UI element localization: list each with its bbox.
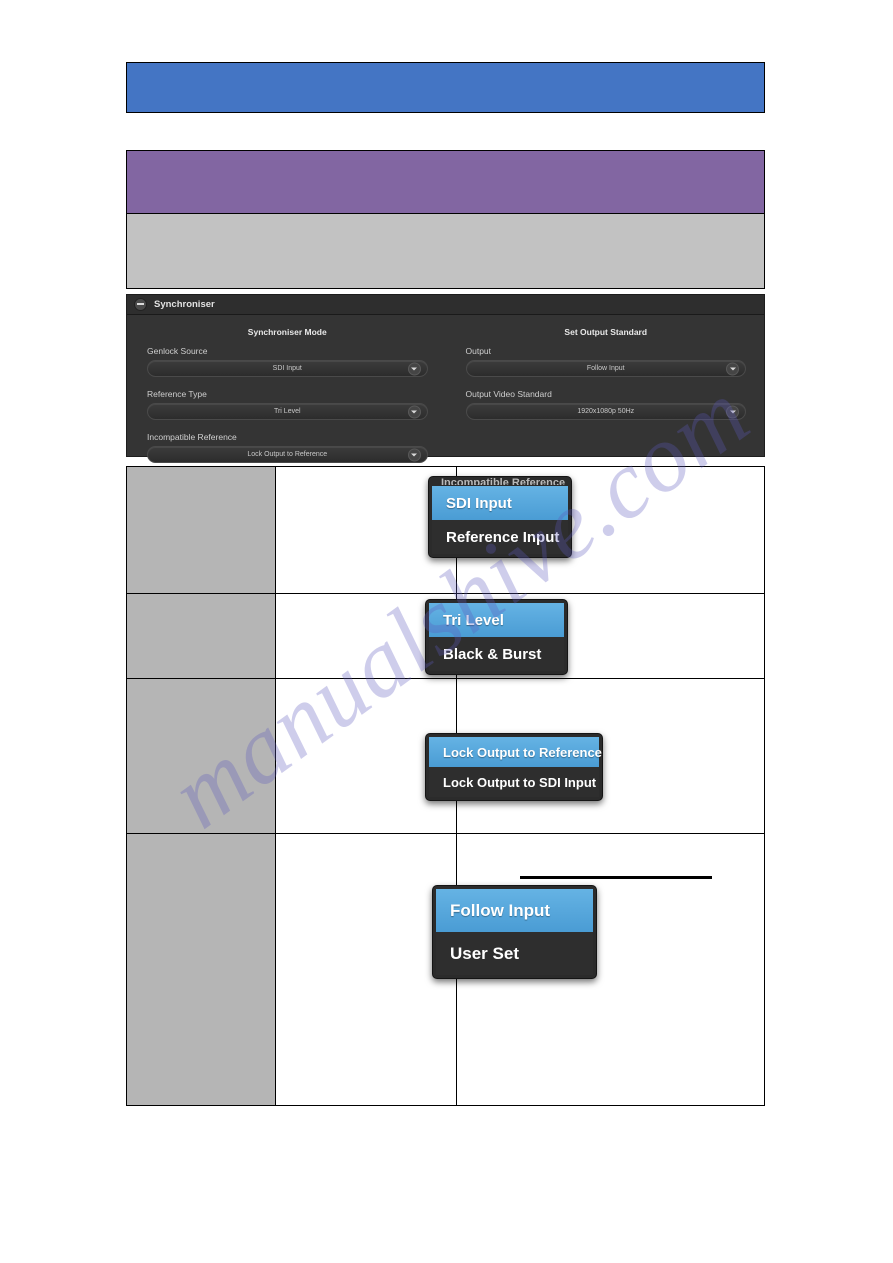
chevron-down-icon[interactable] [726,362,739,375]
synchroniser-mode-column: Synchroniser Mode Genlock Source SDI Inp… [127,327,446,475]
row-label-cell [126,466,276,594]
row-label-cell [126,833,276,1106]
reference-type-value: Tri Level [273,408,301,415]
row-menu-cell: Tri Level Black & Burst [275,593,568,679]
output-video-standard-label: Output Video Standard [465,389,552,399]
menu-item-black-and-burst[interactable]: Black & Burst [429,637,564,671]
menu-item-user-set[interactable]: User Set [436,932,593,975]
row-menu-cell: Follow Input User Set [275,833,597,1106]
row-label-cell [126,678,276,834]
output-video-standard-value: 1920x1080p 50Hz [577,408,635,415]
row-menu-cell: Incompatible Reference SDI Input Referen… [275,466,572,594]
chevron-down-icon[interactable] [407,405,421,418]
table-row: Follow Input User Set [126,833,765,1106]
menu-item-lock-output-to-reference[interactable]: Lock Output to Reference [429,737,602,767]
genlock-menu-clipped-label: Incompatible Reference [441,477,566,485]
genlock-source-value: SDI Input [272,365,302,372]
genlock-source-menu[interactable]: Incompatible Reference SDI Input Referen… [428,476,572,558]
incompatible-reference-menu[interactable]: Lock Output to Reference Lock Output to … [425,733,603,801]
redacted-underline-long [520,876,712,879]
menu-item-lock-output-to-sdi-input[interactable]: Lock Output to SDI Input [429,767,599,797]
chevron-down-icon[interactable] [726,405,739,418]
output-mode-menu[interactable]: Follow Input User Set [432,885,597,979]
row-label-cell [126,593,276,679]
table-row: Lock Output to Reference Lock Output to … [126,678,765,834]
output-label: Output [465,346,492,356]
incompatible-reference-select[interactable]: Lock Output to Reference [147,446,428,463]
synchroniser-panel-body: Synchroniser Mode Genlock Source SDI Inp… [127,315,764,475]
set-output-standard-column: Set Output Standard Output Follow Input … [446,327,765,475]
chevron-down-icon[interactable] [407,448,421,461]
genlock-source-select[interactable]: SDI Input [147,360,428,377]
options-table: Incompatible Reference SDI Input Referen… [126,466,765,1106]
menu-item-reference-input[interactable]: Reference Input [432,520,568,554]
menu-item-tri-level[interactable]: Tri Level [429,603,564,637]
minus-circle-icon[interactable] [134,298,147,311]
incompatible-reference-value: Lock Output to Reference [247,451,328,458]
gray-note-bar [126,213,765,289]
synchroniser-mode-title: Synchroniser Mode [247,327,327,337]
row-menu-cell: Lock Output to Reference Lock Output to … [275,678,603,834]
reference-type-label: Reference Type [147,389,207,399]
reference-type-select[interactable]: Tri Level [147,403,428,420]
blue-heading-bar [126,62,765,113]
purple-heading-bar [126,150,765,213]
menu-item-follow-input[interactable]: Follow Input [436,889,593,932]
output-video-standard-select[interactable]: 1920x1080p 50Hz [465,403,746,420]
genlock-source-label: Genlock Source [147,346,208,356]
output-select[interactable]: Follow Input [465,360,746,377]
menu-item-sdi-input[interactable]: SDI Input [432,486,568,520]
table-row: Tri Level Black & Burst [126,593,765,679]
synchroniser-panel: Synchroniser Synchroniser Mode Genlock S… [126,294,765,463]
synchroniser-panel-title: Synchroniser [154,299,215,310]
set-output-standard-title: Set Output Standard [564,327,648,337]
synchroniser-panel-header[interactable]: Synchroniser [127,295,764,315]
output-value: Follow Input [586,365,625,372]
reference-type-menu[interactable]: Tri Level Black & Burst [425,599,568,675]
chevron-down-icon[interactable] [407,362,421,375]
table-row: Incompatible Reference SDI Input Referen… [126,466,765,594]
incompatible-reference-label: Incompatible Reference [147,432,237,442]
